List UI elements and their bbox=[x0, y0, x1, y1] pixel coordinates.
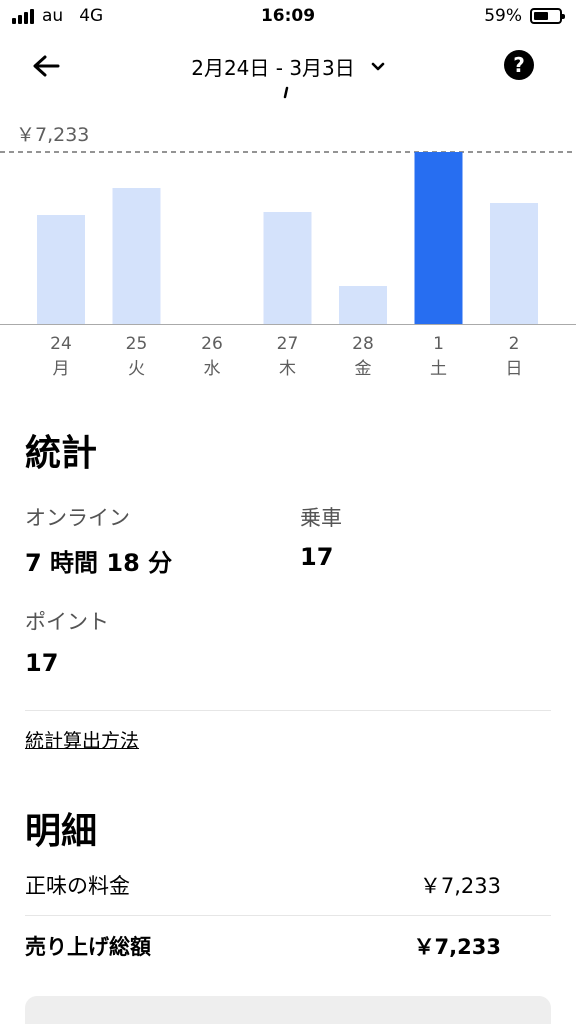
chevron-down-icon bbox=[371, 62, 385, 70]
x-tick-day: 25 bbox=[125, 334, 148, 354]
battery-percent: 59% bbox=[484, 6, 522, 26]
x-tick-weekday: 日 bbox=[505, 359, 523, 379]
chart-bar[interactable] bbox=[112, 188, 161, 324]
x-tick-label: 27 木 bbox=[258, 332, 318, 382]
points-value: 17 bbox=[25, 649, 59, 677]
x-tick-weekday: 土 bbox=[430, 359, 447, 379]
net-fare-label: 正味の料金 bbox=[25, 874, 130, 898]
chart-bar[interactable] bbox=[490, 203, 538, 324]
x-tick-weekday: 金 bbox=[354, 359, 372, 379]
header: 2月24日 - 3月3日 ? bbox=[0, 40, 576, 92]
battery-icon bbox=[530, 8, 565, 24]
divider bbox=[25, 915, 551, 916]
chart-bar[interactable] bbox=[339, 286, 387, 324]
x-tick-label: 28 金 bbox=[333, 332, 393, 382]
x-tick-label: 26 水 bbox=[182, 332, 242, 382]
help-icon[interactable]: ? bbox=[504, 50, 534, 80]
chart-bar[interactable] bbox=[414, 152, 463, 324]
x-tick-label: 25 火 bbox=[107, 332, 167, 382]
online-value: 7 時間 18 分 bbox=[25, 549, 173, 577]
x-tick-weekday: 火 bbox=[128, 359, 145, 379]
status-bar: au 4G 16:09 59% bbox=[0, 0, 576, 34]
x-tick-day: 28 bbox=[352, 334, 374, 354]
status-right: 59% bbox=[484, 6, 565, 26]
x-tick-label: 24 月 bbox=[31, 332, 91, 382]
net-fare-value: ￥7,233 bbox=[419, 874, 501, 898]
stats-method-link[interactable]: 統計算出方法 bbox=[25, 726, 139, 753]
scrolled-off-text-fragment bbox=[283, 86, 289, 99]
date-range-label: 2月24日 - 3月3日 bbox=[191, 56, 355, 80]
points-label: ポイント bbox=[25, 610, 109, 634]
divider bbox=[25, 710, 551, 711]
x-tick-weekday: 水 bbox=[203, 359, 221, 379]
details-title: 明細 bbox=[25, 811, 98, 852]
x-tick-label: 2日 bbox=[484, 332, 544, 382]
x-tick-weekday: 木 bbox=[279, 359, 296, 379]
chart-bar[interactable] bbox=[263, 212, 312, 324]
earnings-chart: ￥7,233 24 月 25 火 26 水 27 木 28 金 1 土 2 日 bbox=[0, 110, 576, 400]
stats-title: 統計 bbox=[25, 433, 98, 474]
x-tick-day: 26 bbox=[201, 334, 223, 354]
battery-tip bbox=[562, 14, 565, 19]
bottom-card[interactable] bbox=[25, 996, 551, 1024]
x-tick-label: 1土 bbox=[409, 332, 469, 382]
x-tick-day: 24 bbox=[50, 334, 72, 354]
chart-bar[interactable] bbox=[37, 215, 85, 324]
x-tick-day: 27 bbox=[276, 334, 299, 354]
total-value: ￥7,233 bbox=[413, 935, 501, 959]
rides-label: 乗車 bbox=[300, 506, 342, 530]
online-label: オンライン bbox=[25, 506, 130, 530]
x-tick-day: 2 bbox=[508, 334, 520, 354]
rides-value: 17 bbox=[300, 543, 334, 571]
x-axis-labels: 24 月 25 火 26 水 27 木 28 金 1 土 2 日 bbox=[0, 332, 576, 382]
x-tick-weekday: 月 bbox=[52, 359, 70, 379]
total-label: 売り上げ総額 bbox=[25, 935, 151, 959]
x-tick-day: 1 bbox=[433, 334, 444, 354]
y-max-label: ￥7,233 bbox=[16, 124, 90, 146]
battery-fill bbox=[534, 12, 549, 20]
date-range-selector[interactable]: 2月24日 - 3月3日 bbox=[0, 52, 576, 81]
